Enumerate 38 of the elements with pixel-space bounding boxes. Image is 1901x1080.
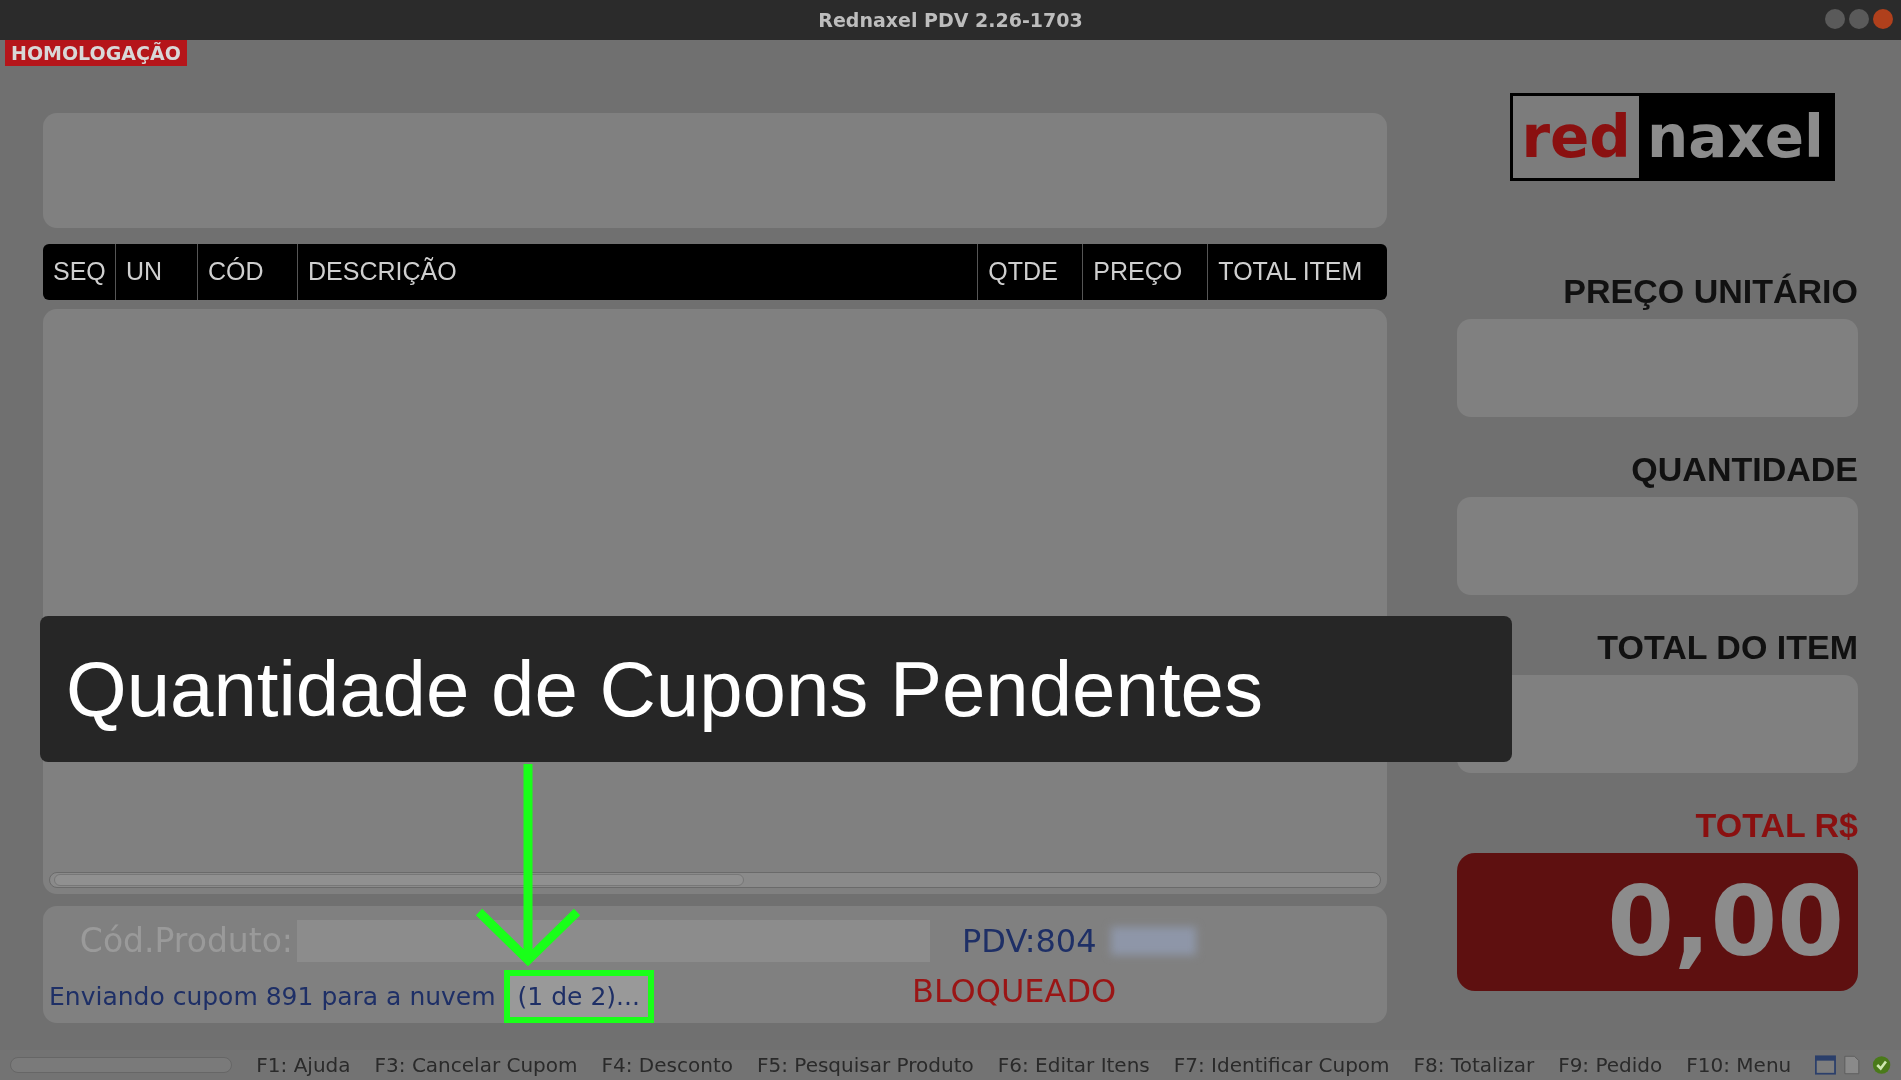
shortcut-hint: F3: Cancelar Cupom bbox=[374, 1052, 578, 1079]
pending-count: (1 de 2)... bbox=[503, 969, 654, 1023]
total-value: 0,00 bbox=[1607, 865, 1844, 980]
column-header[interactable]: UN bbox=[126, 253, 163, 291]
shortcut-hint: F9: Pedido bbox=[1558, 1052, 1663, 1079]
field-label: TOTAL DO ITEM bbox=[1597, 627, 1858, 668]
column-header[interactable]: DESCRIÇÃO bbox=[308, 253, 457, 291]
field-label: QUANTIDADE bbox=[1631, 449, 1858, 490]
sync-message: Enviando cupom 891 para a nuvem bbox=[49, 980, 496, 1013]
status-label: BLOQUEADO bbox=[911, 971, 1117, 1013]
field-label: PREÇO UNITÁRIO bbox=[1563, 271, 1858, 312]
shortcut-hint: F8: Totalizar bbox=[1413, 1052, 1535, 1079]
document-icon bbox=[1844, 1054, 1860, 1076]
logo: red naxel bbox=[1510, 93, 1835, 181]
window-icon bbox=[1815, 1054, 1837, 1076]
check-icon bbox=[1871, 1054, 1891, 1076]
scrollbar-thumb[interactable] bbox=[54, 874, 744, 886]
total-label: TOTAL R$ bbox=[1695, 805, 1858, 846]
shortcut-hint: F7: Identificar Cupom bbox=[1173, 1052, 1390, 1079]
shortcut-hint: F1: Ajuda bbox=[256, 1052, 351, 1079]
shortcut-hint: F10: Menu bbox=[1686, 1052, 1792, 1079]
shortcut-hint: F4: Desconto bbox=[601, 1052, 733, 1079]
shortcut-hint: F6: Editar Itens bbox=[997, 1052, 1150, 1079]
column-header[interactable]: QTDE bbox=[988, 253, 1058, 291]
column-header[interactable]: PREÇO bbox=[1093, 253, 1183, 291]
column-header[interactable]: CÓD bbox=[208, 253, 264, 291]
pdv-label: PDV:804 bbox=[962, 920, 1097, 962]
window-title: Rednaxel PDV 2.26-1703 bbox=[818, 7, 1083, 33]
shortcut-hint: F5: Pesquisar Produto bbox=[756, 1052, 974, 1079]
minimize-button[interactable] bbox=[1825, 9, 1845, 29]
caption-text: Quantidade de Cupons Pendentes bbox=[66, 643, 1263, 735]
horizontal-scrollbar[interactable] bbox=[49, 872, 1382, 888]
maximize-button[interactable] bbox=[1849, 9, 1869, 29]
close-button[interactable] bbox=[1873, 9, 1893, 29]
product-code-field[interactable] bbox=[297, 919, 930, 962]
column-header[interactable]: TOTAL ITEM bbox=[1218, 253, 1363, 291]
environment-badge: HOMOLOGAÇÃO bbox=[5, 40, 187, 66]
column-header[interactable]: SEQ bbox=[53, 253, 106, 291]
